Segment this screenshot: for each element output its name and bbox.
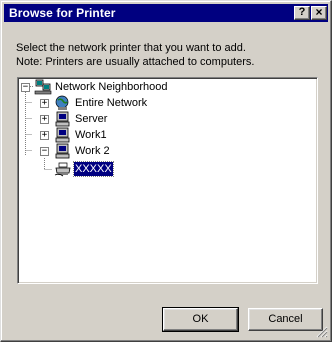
close-button[interactable]: × [311, 6, 327, 20]
window-title: Browse for Printer [9, 6, 116, 20]
computer-icon [55, 143, 70, 159]
instructions: Select the network printer that you want… [16, 41, 316, 69]
browse-for-printer-dialog: Browse for Printer ? × Select the networ… [0, 0, 332, 342]
collapse-toggle[interactable]: − [21, 83, 30, 92]
tree-node-work2[interactable]: − Work 2 [18, 143, 218, 159]
tree-node-server[interactable]: + Server [18, 111, 218, 127]
expand-toggle[interactable]: + [40, 115, 49, 124]
globe-icon [55, 95, 69, 110]
tree-label: Server [75, 113, 108, 125]
tree-label: Entire Network [75, 97, 148, 109]
instruction-line-2: Note: Printers are usually attached to c… [16, 56, 255, 68]
printer-icon [54, 162, 71, 177]
tree-label: Work 2 [75, 145, 110, 157]
tree-label: Work1 [75, 129, 107, 141]
printer-tree-view[interactable]: − Network Neighborhood + Entire Network … [17, 77, 318, 284]
tree-label: Network Neighborhood [55, 81, 168, 93]
title-bar[interactable]: Browse for Printer ? × [4, 4, 328, 22]
ok-button[interactable]: OK [162, 307, 239, 332]
resize-grip-icon[interactable] [316, 326, 328, 338]
cancel-button[interactable]: Cancel [248, 308, 323, 331]
tree-label-selected: XXXXX [73, 161, 114, 177]
tree-node-entire-network[interactable]: + Entire Network [18, 95, 218, 111]
expand-toggle[interactable]: + [40, 99, 49, 108]
computer-icon [55, 127, 70, 143]
instruction-line-1: Select the network printer that you want… [16, 42, 246, 54]
tree-node-network-neighborhood[interactable]: − Network Neighborhood [18, 79, 218, 95]
help-button[interactable]: ? [294, 6, 310, 20]
expand-toggle[interactable]: + [40, 131, 49, 140]
network-neighborhood-icon [34, 79, 52, 95]
tree-node-printer[interactable]: XXXXX [18, 161, 218, 177]
computer-icon [55, 111, 70, 127]
collapse-toggle[interactable]: − [40, 147, 49, 156]
tree-node-work1[interactable]: + Work1 [18, 127, 218, 143]
